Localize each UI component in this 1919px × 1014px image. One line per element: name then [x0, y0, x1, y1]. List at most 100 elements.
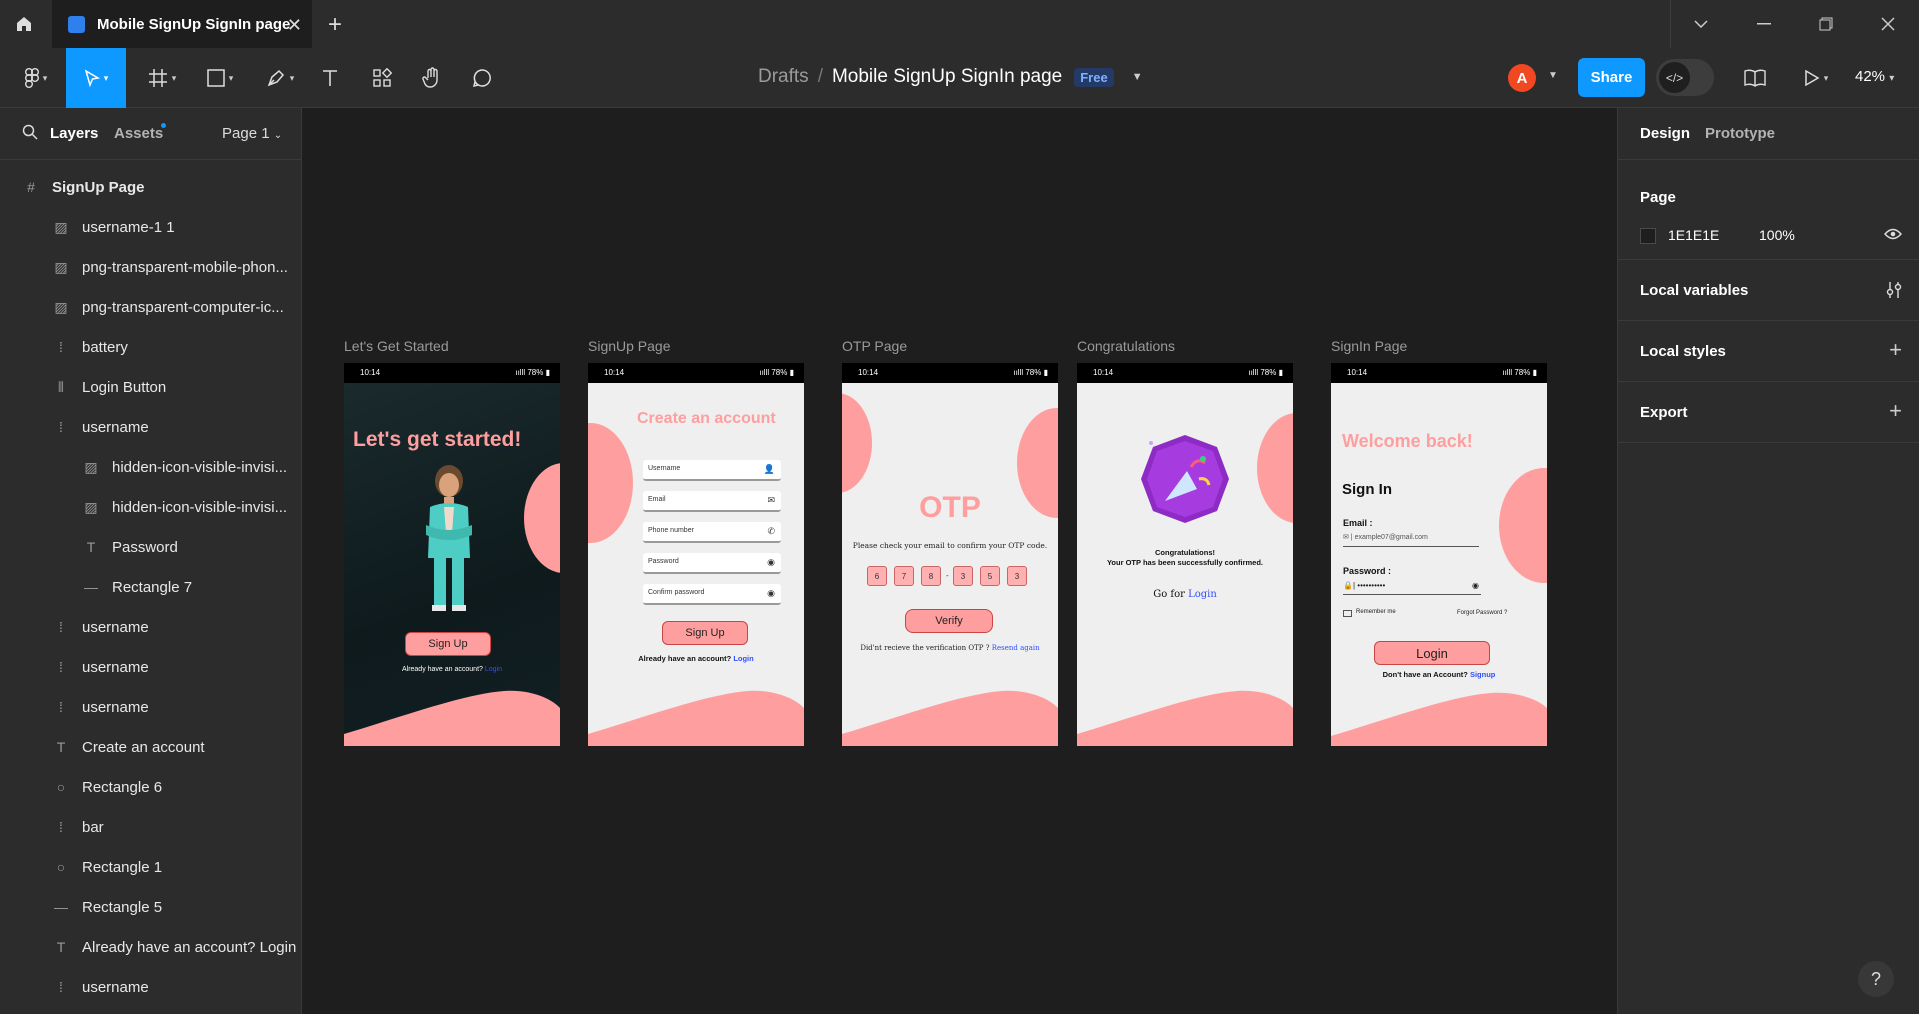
otp-digit[interactable]: 3 — [953, 566, 973, 586]
minimize-icon[interactable] — [1733, 0, 1795, 48]
variables-icon[interactable] — [1886, 281, 1902, 299]
frame-congratulations[interactable]: 10:14 ıılll 78% ▮ Congratulations! Your O… — [1077, 363, 1293, 746]
verify-button[interactable]: Verify — [905, 609, 993, 633]
add-export-icon[interactable]: + — [1889, 398, 1902, 424]
layer-row-frame[interactable]: # SignUp Page — [0, 167, 301, 207]
page-selector[interactable]: Page 1 ⌄ — [222, 125, 282, 142]
comment-tool-button[interactable] — [468, 48, 496, 108]
frame-lets-get-started[interactable]: 10:14 ıılll 78% ▮ Let's get started! Sign… — [344, 363, 560, 746]
layer-row[interactable]: T Password — [0, 527, 301, 567]
tab-prototype[interactable]: Prototype — [1705, 125, 1775, 142]
share-button[interactable]: Share — [1578, 58, 1645, 97]
chevron-down-icon[interactable] — [1670, 0, 1732, 48]
frame-signup-page[interactable]: 10:14 ıılll 78% ▮ Create an account Usern… — [588, 363, 804, 746]
frame-label[interactable]: OTP Page — [842, 338, 907, 354]
page-opacity-value[interactable]: 100% — [1759, 227, 1795, 243]
resend-link[interactable]: Resend again — [992, 644, 1040, 652]
sign-up-button[interactable]: Sign Up — [405, 632, 491, 656]
login-button[interactable]: Login — [1374, 641, 1490, 665]
otp-digit[interactable]: 5 — [980, 566, 1000, 586]
file-name[interactable]: Mobile SignUp SignIn page — [832, 66, 1062, 88]
otp-digit[interactable]: 7 — [894, 566, 914, 586]
layer-row[interactable]: ⁞ username — [0, 687, 301, 727]
otp-digit[interactable]: 6 — [867, 566, 887, 586]
tab-layers[interactable]: Layers — [50, 125, 98, 142]
present-button[interactable]: ▾ — [1796, 48, 1836, 108]
new-tab-button[interactable]: + — [328, 11, 342, 39]
layer-row[interactable]: ⁞ username — [0, 407, 301, 447]
layer-row[interactable]: ▨ hidden-icon-visible-invisi... — [0, 447, 301, 487]
main-menu-button[interactable]: ▾ — [16, 48, 56, 108]
layer-row[interactable]: ▨ hidden-icon-visible-invisi... — [0, 487, 301, 527]
eye-icon[interactable] — [1884, 228, 1902, 240]
login-link[interactable]: Login — [485, 666, 502, 673]
otp-digit[interactable]: 3 — [1007, 566, 1027, 586]
pen-tool-button[interactable]: ▾ — [258, 48, 302, 108]
text-tool-button[interactable] — [316, 48, 344, 108]
email-field[interactable]: ✉ | example07@gmail.com — [1343, 533, 1479, 547]
layer-row[interactable]: T Create an account — [0, 727, 301, 767]
username-field[interactable]: Username 👤 — [643, 460, 781, 481]
layer-row[interactable]: — Rectangle 7 — [0, 567, 301, 607]
frame-tool-button[interactable]: ▾ — [140, 48, 184, 108]
layer-row[interactable]: ⁞ bar — [0, 807, 301, 847]
breadcrumb-drafts[interactable]: Drafts — [758, 66, 809, 88]
dev-mode-toggle[interactable]: </> — [1656, 59, 1714, 96]
frame-label[interactable]: Congratulations — [1077, 338, 1175, 354]
hand-tool-button[interactable] — [418, 48, 446, 108]
layer-row[interactable]: ⁞ username — [0, 607, 301, 647]
password-field[interactable]: Password ◉ — [643, 553, 781, 574]
frame-otp-page[interactable]: 10:14 ıılll 78% ▮ OTP Please check your e… — [842, 363, 1058, 746]
eye-off-icon[interactable]: ◉ — [1472, 581, 1479, 590]
avatar[interactable]: A — [1508, 64, 1536, 92]
layer-row[interactable]: ⁞ username — [0, 967, 301, 1007]
layer-row[interactable]: — Rectangle 5 — [0, 887, 301, 927]
close-window-icon[interactable] — [1857, 0, 1919, 48]
restore-icon[interactable] — [1795, 0, 1857, 48]
frame-label[interactable]: Let's Get Started — [344, 338, 449, 354]
tab-assets[interactable]: Assets — [114, 125, 163, 142]
search-icon[interactable] — [22, 124, 38, 140]
sign-up-button[interactable]: Sign Up — [662, 621, 748, 645]
library-button[interactable] — [1740, 48, 1770, 108]
resources-button[interactable] — [368, 48, 396, 108]
frame-label[interactable]: SignUp Page — [588, 338, 671, 354]
layer-row[interactable]: ○ Rectangle 1 — [0, 847, 301, 887]
layer-row[interactable]: ▨ username-1 1 — [0, 207, 301, 247]
email-field[interactable]: Email ✉ — [643, 491, 781, 512]
layer-row[interactable]: ▨ png-transparent-mobile-phon... — [0, 247, 301, 287]
layer-row[interactable]: ⫴ Login Button — [0, 367, 301, 407]
plan-badge[interactable]: Free — [1074, 67, 1114, 87]
page-color-swatch[interactable] — [1640, 228, 1656, 244]
add-style-icon[interactable]: + — [1889, 337, 1902, 363]
login-link[interactable]: Login — [1188, 589, 1217, 600]
layer-row[interactable]: T Already have an account? Login — [0, 927, 301, 967]
frame-label[interactable]: SignIn Page — [1331, 338, 1407, 354]
layer-row[interactable]: ⁞ battery — [0, 327, 301, 367]
password-field[interactable]: 🔒| •••••••••• ◉ — [1343, 581, 1481, 595]
page-color-value[interactable]: 1E1E1E — [1668, 227, 1719, 243]
move-tool-button[interactable]: ▾ — [66, 48, 126, 108]
layer-row[interactable]: ○ Rectangle 6 — [0, 767, 301, 807]
confirm-password-field[interactable]: Confirm password ◉ — [643, 584, 781, 605]
otp-digit[interactable]: 8 — [921, 566, 941, 586]
tab-design[interactable]: Design — [1640, 125, 1690, 142]
close-tab-icon[interactable]: ✕ — [287, 15, 302, 36]
layer-row[interactable]: ▨ png-transparent-computer-ic... — [0, 287, 301, 327]
phone-field[interactable]: Phone number ✆ — [643, 522, 781, 543]
shape-tool-button[interactable]: ▾ — [198, 48, 242, 108]
frame-signin-page[interactable]: 10:14 ıılll 78% ▮ Welcome back! Sign In E… — [1331, 363, 1547, 746]
remember-checkbox[interactable] — [1343, 610, 1352, 617]
login-link[interactable]: Login — [733, 654, 753, 663]
file-tab[interactable]: Mobile SignUp SignIn page ✕ — [52, 0, 312, 48]
chevron-down-icon[interactable]: ▼ — [1132, 71, 1143, 83]
help-button[interactable]: ? — [1858, 961, 1894, 997]
chevron-down-icon[interactable]: ▼ — [1548, 70, 1558, 81]
layer-row[interactable]: ⁞ username — [0, 647, 301, 687]
zoom-control[interactable]: 42% ▾ — [1855, 68, 1894, 85]
eye-off-icon[interactable]: ◉ — [767, 588, 775, 599]
signup-link[interactable]: Signup — [1470, 670, 1495, 679]
home-icon[interactable] — [0, 0, 48, 48]
forgot-password-link[interactable]: Forgot Password ? — [1457, 610, 1507, 616]
eye-icon[interactable]: ◉ — [767, 557, 775, 568]
